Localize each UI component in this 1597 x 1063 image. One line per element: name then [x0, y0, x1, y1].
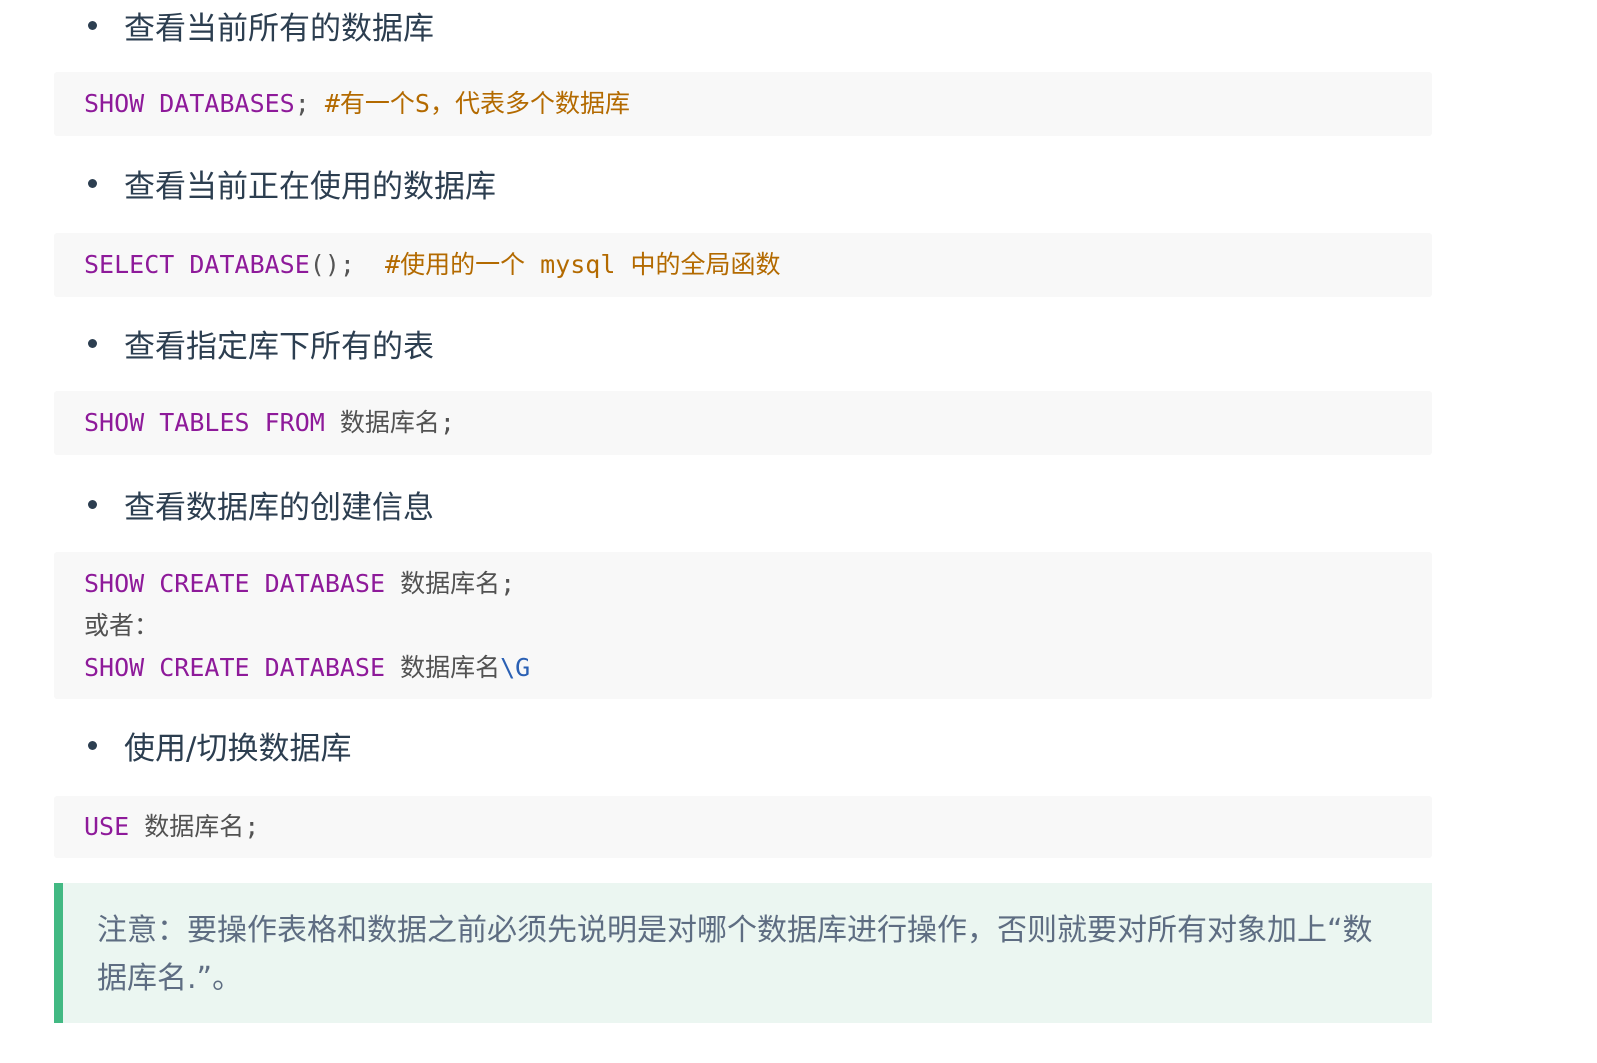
- code-block: USE 数据库名;: [54, 796, 1432, 858]
- code-block: SHOW TABLES FROM 数据库名;: [54, 391, 1432, 455]
- bullet-dot: [88, 20, 97, 30]
- code-block: SHOW DATABASES; #有一个S，代表多个数据库: [54, 72, 1432, 136]
- code-line: SHOW TABLES FROM 数据库名;: [84, 402, 1402, 444]
- code-line: SELECT DATABASE(); #使用的一个 mysql 中的全局函数: [84, 244, 1402, 286]
- code-escape: \G: [500, 653, 531, 682]
- tip-callout: 注意：要操作表格和数据之前必须先说明是对哪个数据库进行操作，否则就要对所有对象加…: [54, 883, 1432, 1023]
- list-item: 使用/切换数据库: [88, 720, 351, 770]
- code-line: USE 数据库名;: [84, 806, 1402, 848]
- code-keyword: SHOW CREATE DATABASE: [84, 569, 386, 598]
- code-line: SHOW CREATE DATABASE 数据库名;: [84, 563, 1402, 605]
- section-heading: 查看当前所有的数据库: [124, 10, 434, 47]
- section-heading: 使用/切换数据库: [124, 730, 352, 767]
- section-heading: 查看数据库的创建信息: [124, 489, 434, 526]
- code-text: 数据库名;: [324, 408, 455, 437]
- code-text: 数据库名;: [129, 812, 260, 841]
- code-line: SHOW CREATE DATABASE 数据库名\G: [84, 647, 1402, 689]
- code-comment: #使用的一个 mysql 中的全局函数: [385, 250, 781, 279]
- code-line: 或者：: [84, 605, 1402, 647]
- bullet-dot: [88, 178, 97, 188]
- code-punctuation: ();: [309, 250, 386, 279]
- tip-text: 注意：要操作表格和数据之前必须先说明是对哪个数据库进行操作，否则就要对所有对象加…: [97, 913, 1373, 996]
- code-block: SELECT DATABASE(); #使用的一个 mysql 中的全局函数: [54, 233, 1432, 297]
- list-item: 查看当前正在使用的数据库: [88, 158, 496, 208]
- list-item: 查看数据库的创建信息: [88, 479, 434, 529]
- bullet-dot: [88, 740, 97, 750]
- code-keyword: SELECT DATABASE: [84, 250, 310, 279]
- code-line: SHOW DATABASES; #有一个S，代表多个数据库: [84, 83, 1402, 125]
- code-text: 数据库名: [385, 653, 501, 682]
- list-item: 查看指定库下所有的表: [88, 318, 434, 368]
- list-item: 查看当前所有的数据库: [88, 0, 434, 50]
- bullet-dot: [88, 499, 97, 509]
- code-text: 或者：: [84, 611, 160, 640]
- code-punctuation: ;: [294, 89, 310, 118]
- code-comment: #有一个S，代表多个数据库: [324, 89, 630, 118]
- code-block: SHOW CREATE DATABASE 数据库名; 或者： SHOW CREATE…: [54, 552, 1432, 699]
- section-heading: 查看指定库下所有的表: [124, 328, 434, 365]
- code-keyword: SHOW CREATE DATABASE: [84, 653, 386, 682]
- code-keyword: USE: [84, 812, 130, 841]
- section-heading: 查看当前正在使用的数据库: [124, 168, 496, 205]
- code-text: 数据库名;: [385, 569, 516, 598]
- code-keyword: SHOW TABLES FROM: [84, 408, 325, 437]
- bullet-dot: [88, 338, 97, 348]
- code-keyword: SHOW DATABASES: [84, 89, 295, 118]
